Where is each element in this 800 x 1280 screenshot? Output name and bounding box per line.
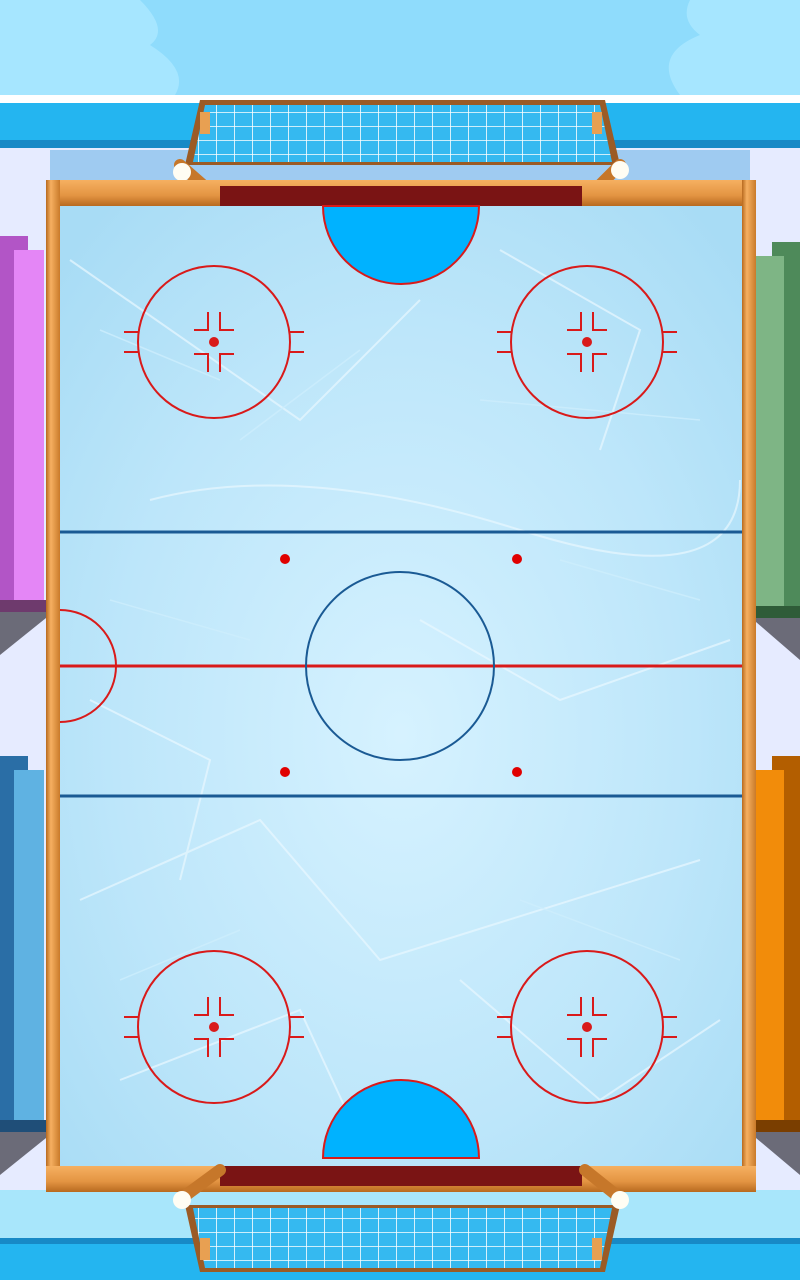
sky-background xyxy=(0,0,800,103)
blue-side-block xyxy=(0,756,46,1175)
orange-side-block xyxy=(756,756,800,1175)
ice-surface xyxy=(60,206,742,1166)
green-side-block xyxy=(756,242,800,660)
game-board xyxy=(0,0,800,1280)
pink-side-block xyxy=(0,236,46,655)
